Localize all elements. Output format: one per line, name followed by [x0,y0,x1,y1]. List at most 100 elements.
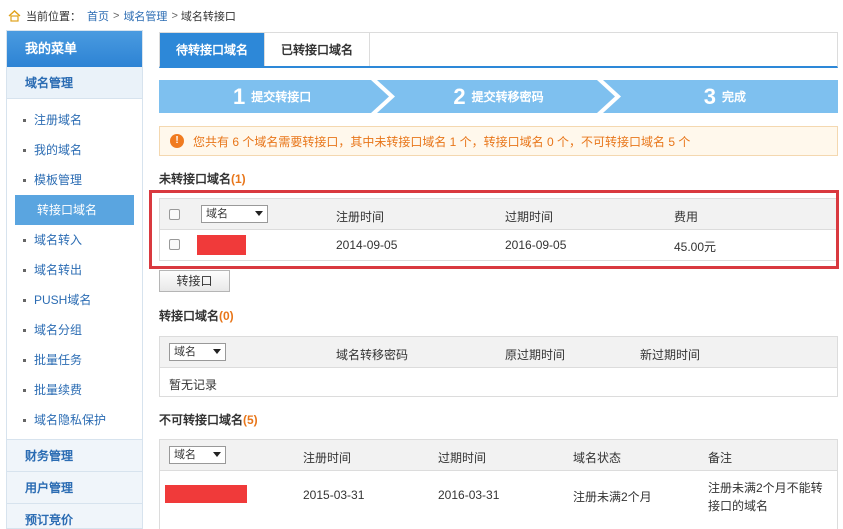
bullet-icon [23,389,26,393]
notice-text: 您共有 6 个域名需要转接口，其中未转接口域名 1 个，转接口域名 0 个，不可… [193,134,691,149]
bullet-icon [23,419,26,423]
tab-pending[interactable]: 待转接口域名 [160,33,266,66]
empty-message: 暂无记录 [169,378,218,392]
sidebar-item-push[interactable]: PUSH域名 [7,285,142,315]
sidebar-item-label: 模板管理 [34,173,83,187]
sidebar-item-privacy[interactable]: 域名隐私保护 [7,405,142,435]
sidebar-item-label: PUSH域名 [34,293,92,307]
section-count: (0) [219,309,234,323]
chevron-right-icon [597,80,621,113]
bullet-icon [23,269,26,273]
step-number: 1 [233,83,246,109]
sidebar: 我的菜单 域名管理 注册域名 我的域名 模板管理 转接口域名 域名转入 域名转出… [6,30,143,529]
tab-converted[interactable]: 已转接口域名 [265,33,371,66]
column-header: 备注 [708,451,733,465]
breadcrumb: 当前位置： 首页 > 域名管理 > 域名转接口 [8,8,236,24]
column-header: 域名状态 [573,451,622,465]
bullet-icon [23,299,26,303]
sidebar-item-label: 域名分组 [34,323,83,337]
notice-banner: ! 您共有 6 个域名需要转接口，其中未转接口域名 1 个，转接口域名 0 个，… [159,126,838,156]
section-title-text: 不可转接口域名 [159,413,244,427]
step-label: 完成 [721,90,746,104]
bullet-icon [23,179,26,183]
sidebar-item-label: 域名转出 [34,263,83,277]
table-header: 域名 域名转移密码 原过期时间 新过期时间 [160,337,837,368]
step-label: 提交转移密码 [471,90,544,104]
table-header: 域名 注册时间 过期时间 域名状态 备注 [160,440,837,471]
sidebar-item-transfer-out[interactable]: 域名转出 [7,255,142,285]
blocked-table: 域名 注册时间 过期时间 域名状态 备注 2015-03-31 2016-03-… [159,439,838,529]
breadcrumb-section-link[interactable]: 域名管理 [123,8,167,24]
step-label: 提交转接口 [251,90,312,104]
sidebar-item-register-domain[interactable]: 注册域名 [7,105,142,135]
column-header: 过期时间 [438,451,487,465]
breadcrumb-separator: > [113,10,120,22]
sidebar-item-label: 域名隐私保护 [34,413,107,427]
column-header: 域名转移密码 [336,348,409,362]
bullet-icon [23,149,26,153]
sidebar-section-bidding[interactable]: 预订竞价 [7,504,142,528]
reg-date: 2015-03-31 [303,488,365,502]
sidebar-item-groups[interactable]: 域名分组 [7,315,142,345]
convert-button[interactable]: 转接口 [159,270,230,292]
sidebar-item-label: 转接口域名 [37,203,98,217]
main-content: 待转接口域名 已转接口域名 1 提交转接口 2 提交转移密码 3 完成 ! 您共… [159,32,838,529]
select-value: 域名 [174,449,196,461]
exp-date: 2016-03-31 [438,488,500,502]
chevron-right-icon [371,80,395,113]
warning-icon: ! [170,134,184,148]
table-row: 2015-03-31 2016-03-31 注册未满2个月 注册未满2个月不能转… [160,471,837,521]
section-count: (1) [231,172,246,186]
section-title-text: 转接口域名 [159,309,220,323]
sidebar-section-finance[interactable]: 财务管理 [7,440,142,472]
remark: 注册未满2个月不能转接口的域名 [708,481,823,513]
sidebar-section-users[interactable]: 用户管理 [7,472,142,504]
column-header: 注册时间 [303,451,352,465]
bullet-icon [23,359,26,363]
step-2: 2 提交转移密码 [385,80,612,113]
step-number: 3 [703,83,716,109]
sidebar-item-label: 批量任务 [34,353,83,367]
home-icon [8,10,21,22]
breadcrumb-separator: > [171,10,178,22]
empty-row: 暂无记录 [160,368,837,397]
progress-steps: 1 提交转接口 2 提交转移密码 3 完成 [159,80,838,113]
select-value: 域名 [174,346,196,358]
section-title-converted: 转接口域名(0) [159,307,838,324]
section-title-unconverted: 未转接口域名(1) [159,170,838,187]
breadcrumb-current: 域名转接口 [180,11,236,23]
section-title-text: 未转接口域名 [159,172,232,186]
column-header: 新过期时间 [640,348,701,362]
sidebar-item-label: 注册域名 [34,113,83,127]
bullet-icon [23,119,26,123]
breadcrumb-home-link[interactable]: 首页 [87,8,109,24]
sidebar-item-batch-renew[interactable]: 批量续费 [7,375,142,405]
converted-table: 域名 域名转移密码 原过期时间 新过期时间 暂无记录 [159,336,838,397]
bullet-icon [23,329,26,333]
section-title-blocked: 不可转接口域名(5) [159,411,838,428]
sidebar-item-label: 域名转入 [34,233,83,247]
sidebar-item-my-domains[interactable]: 我的域名 [7,135,142,165]
dropdown-arrow-icon [213,349,221,354]
column-header: 原过期时间 [505,348,566,362]
sidebar-item-templates[interactable]: 模板管理 [7,165,142,195]
sidebar-item-transfer-in[interactable]: 域名转入 [7,225,142,255]
sidebar-item-batch-tasks[interactable]: 批量任务 [7,345,142,375]
sidebar-group-domain-management[interactable]: 域名管理 [7,67,142,99]
domain-filter-select[interactable]: 域名 [169,446,226,464]
step-number: 2 [453,83,466,109]
domain-filter-select[interactable]: 域名 [169,343,226,361]
tab-bar: 待转接口域名 已转接口域名 [159,32,838,68]
sidebar-item-label: 我的域名 [34,143,83,157]
step-3: 3 完成 [611,80,838,113]
bullet-icon [23,239,26,243]
dropdown-arrow-icon [213,452,221,457]
sidebar-item-label: 批量续费 [34,383,83,397]
sidebar-menu-title: 我的菜单 [7,31,142,67]
step-1: 1 提交转接口 [159,80,386,113]
sidebar-items: 注册域名 我的域名 模板管理 转接口域名 域名转入 域名转出 PUSH域名 域名… [7,99,142,440]
domain-status: 注册未满2个月 [573,490,652,504]
sidebar-item-interface-transfer[interactable]: 转接口域名 [15,195,134,225]
highlight-box [149,190,839,269]
section-count: (5) [243,413,258,427]
